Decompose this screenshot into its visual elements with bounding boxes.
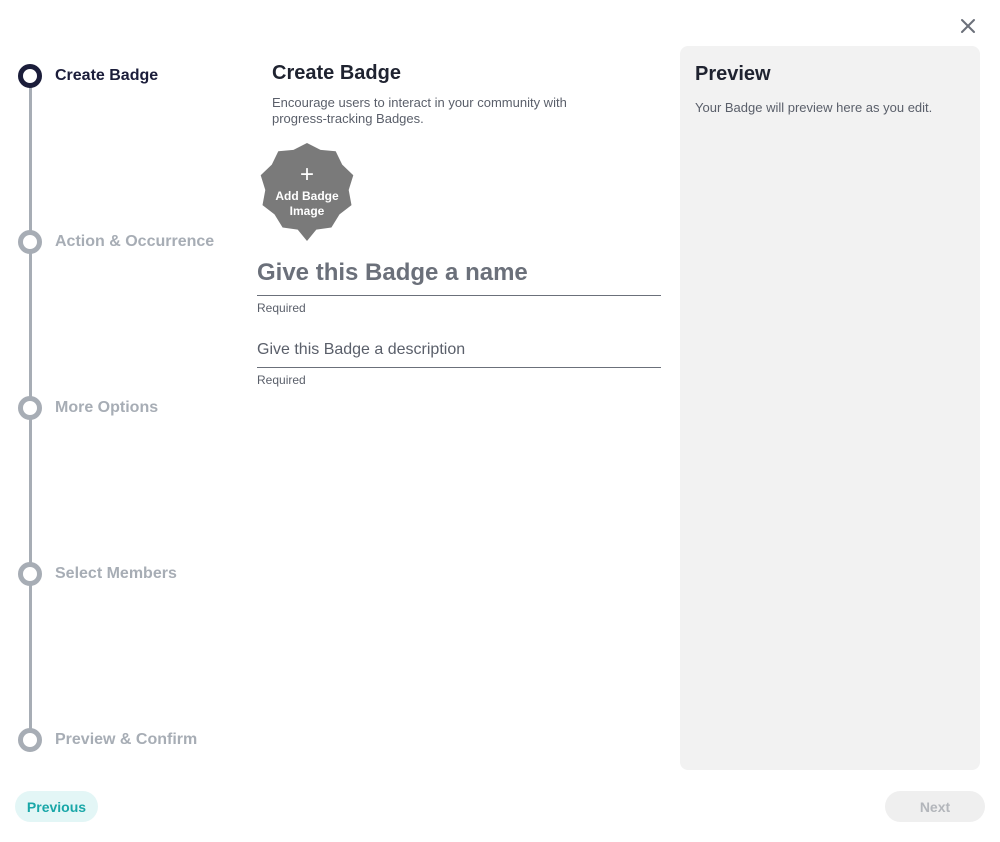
- step-select-members[interactable]: Select Members: [18, 562, 177, 586]
- badge-image-content: + Add Badge Image: [259, 142, 355, 242]
- step-preview-confirm[interactable]: Preview & Confirm: [18, 728, 197, 752]
- badge-name-required-hint: Required: [257, 301, 306, 315]
- preview-panel: Preview Your Badge will preview here as …: [680, 46, 980, 770]
- step-indicator-icon: [18, 64, 42, 88]
- badge-description-input[interactable]: [257, 338, 661, 362]
- step-label: Action & Occurrence: [55, 233, 215, 250]
- step-create-badge[interactable]: Create Badge: [18, 64, 158, 88]
- step-indicator-icon: [18, 230, 42, 254]
- step-navigation: Create Badge Action & Occurrence More Op…: [18, 64, 248, 754]
- create-badge-dialog: Create Badge Action & Occurrence More Op…: [0, 0, 1000, 842]
- close-button[interactable]: [958, 16, 978, 36]
- close-icon: [961, 19, 975, 33]
- preview-title: Preview: [695, 63, 771, 85]
- step-indicator-icon: [18, 728, 42, 752]
- step-label: Preview & Confirm: [55, 731, 198, 748]
- step-indicator-icon: [18, 396, 42, 420]
- step-more-options[interactable]: More Options: [18, 396, 158, 420]
- create-badge-form: Create Badge Encourage users to interact…: [257, 60, 661, 387]
- badge-description-required-hint: Required: [257, 373, 306, 387]
- step-indicator-icon: [18, 562, 42, 586]
- step-label: Select Members: [55, 565, 177, 582]
- add-badge-image-button[interactable]: + Add Badge Image: [259, 142, 355, 242]
- badge-name-input[interactable]: [257, 256, 661, 290]
- badge-image-label: Add Badge Image: [275, 189, 339, 218]
- step-label: More Options: [55, 399, 159, 416]
- previous-button[interactable]: Previous: [15, 791, 98, 822]
- next-button[interactable]: Next: [885, 791, 985, 822]
- preview-placeholder-text: Your Badge will preview here as you edit…: [695, 100, 933, 115]
- form-subtitle: Encourage users to interact in your comm…: [272, 95, 567, 126]
- plus-icon: +: [299, 161, 314, 188]
- badge-description-field: [257, 338, 661, 368]
- form-title: Create Badge: [272, 62, 401, 84]
- step-label: Create Badge: [55, 67, 159, 84]
- step-action-occurrence[interactable]: Action & Occurrence: [18, 230, 214, 254]
- badge-name-field: [257, 256, 661, 296]
